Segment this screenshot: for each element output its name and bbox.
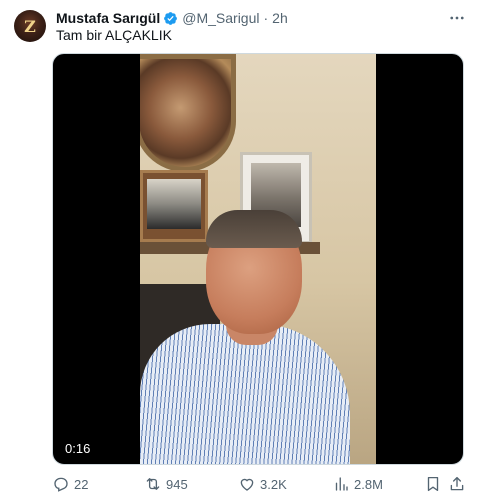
repost-icon: [144, 475, 162, 493]
header-separator: ·: [263, 10, 269, 26]
decorative-plate: [140, 54, 236, 172]
tweet-header: Mustafa Sarıgül @M_Sarigul · 2h: [56, 9, 288, 27]
views-icon: [332, 475, 350, 493]
like-count: 3.2K: [260, 476, 287, 492]
video-duration: 0:16: [59, 438, 97, 458]
person-shirt: [140, 324, 350, 464]
bookmark-icon: [424, 475, 442, 493]
like-icon: [238, 475, 256, 493]
bookmark-button[interactable]: [424, 474, 442, 494]
timestamp[interactable]: 2h: [272, 10, 288, 26]
share-button[interactable]: [448, 474, 466, 494]
share-icon: [448, 475, 466, 493]
author-handle[interactable]: @M_Sarigul: [182, 10, 259, 26]
repost-button[interactable]: 945: [144, 474, 188, 494]
video-frame[interactable]: [140, 54, 376, 464]
views-count: 2.8M: [354, 476, 383, 492]
tweet-text: Tam bir ALÇAKLIK: [56, 27, 172, 43]
verified-badge-icon: [163, 11, 178, 26]
photo-frame-left: [140, 170, 208, 242]
views-button[interactable]: 2.8M: [332, 474, 383, 494]
repost-count: 945: [166, 476, 188, 492]
video-player[interactable]: 0:16: [52, 53, 464, 465]
more-icon[interactable]: [446, 8, 468, 28]
avatar[interactable]: Z: [14, 10, 46, 42]
reply-count: 22: [74, 476, 89, 492]
like-button[interactable]: 3.2K: [238, 474, 287, 494]
author-name[interactable]: Mustafa Sarıgül: [56, 10, 160, 26]
action-bar: 22 945 3.2K 2.8M: [52, 474, 468, 494]
tweet: Z Mustafa Sarıgül @M_Sarigul · 2h Tam bi…: [0, 0, 478, 501]
person-hair: [206, 210, 302, 248]
reply-button[interactable]: 22: [52, 474, 88, 494]
avatar-logo: Z: [24, 16, 36, 36]
reply-icon: [52, 475, 70, 493]
